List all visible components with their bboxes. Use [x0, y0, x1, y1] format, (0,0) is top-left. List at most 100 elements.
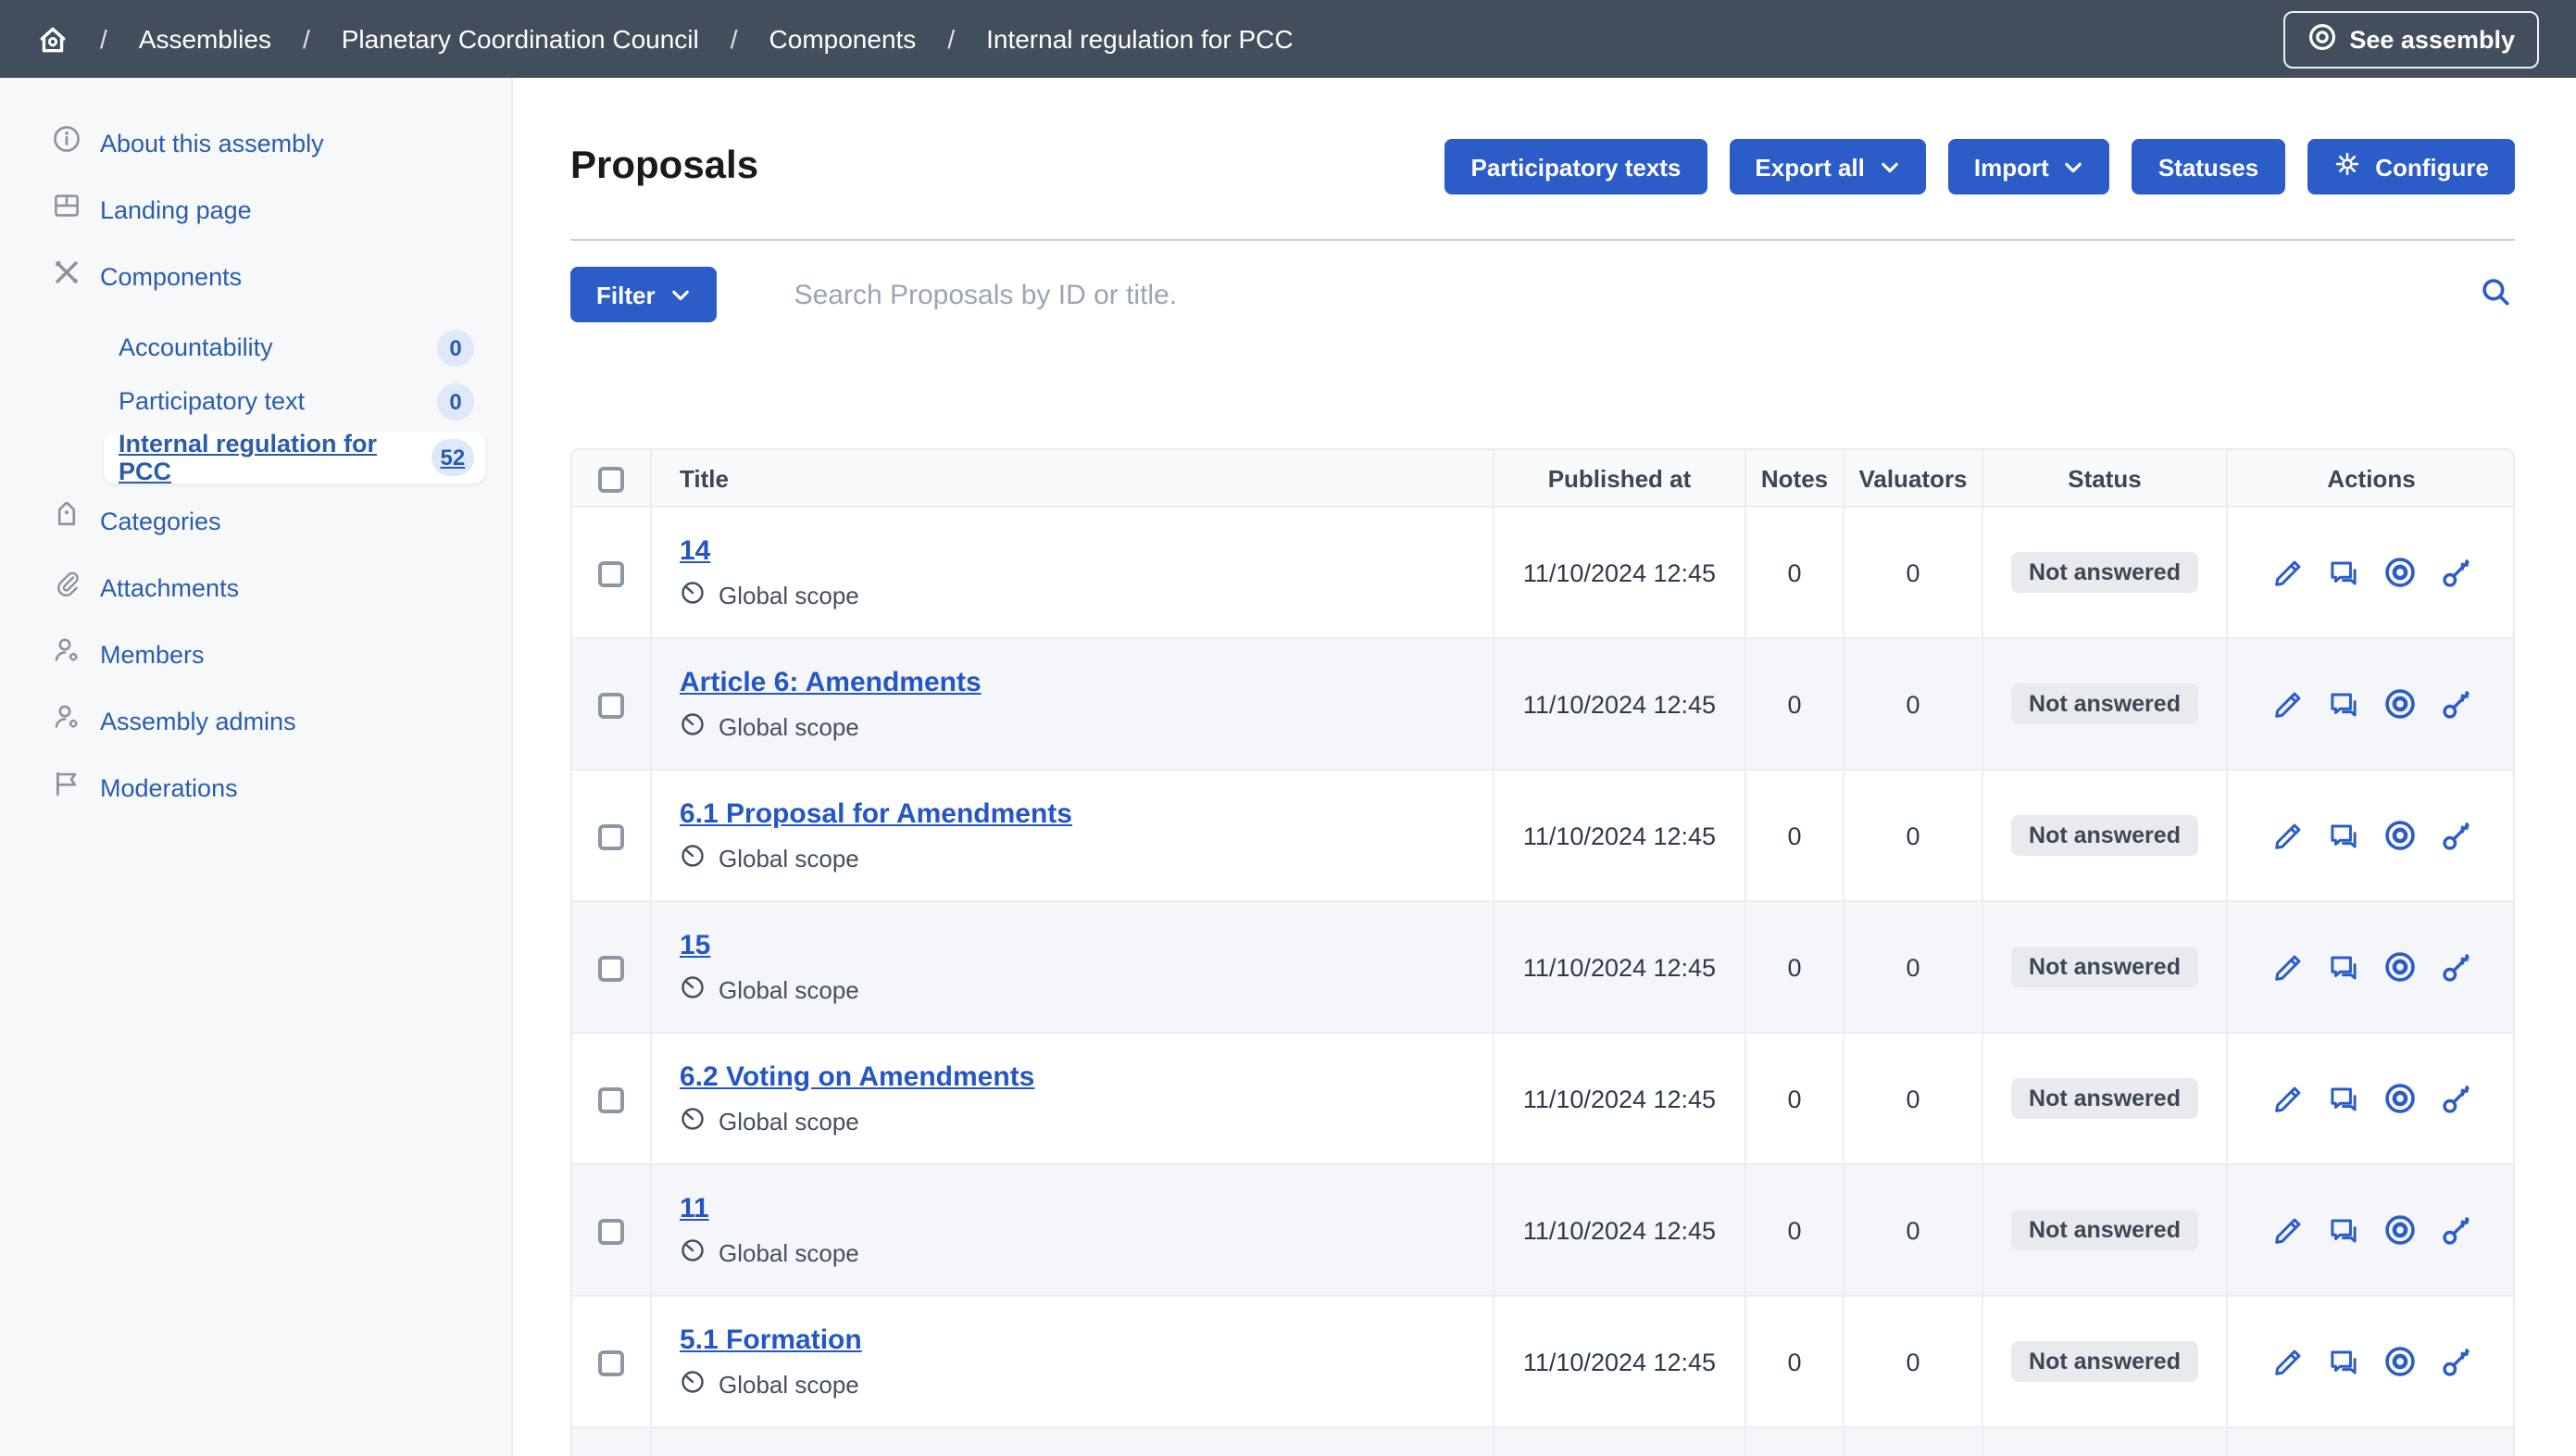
comment-icon[interactable]	[2327, 820, 2358, 851]
sidebar-subitem-accountability[interactable]: Accountability 0	[104, 324, 485, 370]
preview-eye-icon[interactable]	[2382, 1082, 2416, 1115]
sidebar-item-categories[interactable]: Categories	[0, 502, 511, 539]
filter-button[interactable]: Filter	[570, 267, 717, 322]
proposal-title-link[interactable]: 14	[680, 534, 710, 566]
admin-page: / Assemblies / Planetary Coordination Co…	[0, 0, 2576, 1456]
preview-eye-icon[interactable]	[2382, 819, 2416, 852]
breadcrumb-assemblies[interactable]: Assemblies	[139, 24, 271, 54]
scope-icon	[680, 710, 706, 742]
column-header-notes: Notes	[1744, 450, 1843, 506]
edit-pencil-icon[interactable]	[2271, 1083, 2303, 1114]
published-at-cell: 11/10/2024 12:45	[1493, 1295, 1744, 1426]
edit-pencil-icon[interactable]	[2271, 688, 2303, 720]
table-row: 12	[572, 1426, 2515, 1456]
comment-icon[interactable]	[2327, 1346, 2358, 1377]
table-header-row: Title Published at Notes Valuators Statu…	[572, 450, 2515, 506]
participatory-texts-button[interactable]: Participatory texts	[1445, 139, 1707, 195]
permissions-key-icon[interactable]	[2440, 820, 2471, 851]
column-header-actions: Actions	[2226, 450, 2515, 506]
breadcrumb-assembly-name[interactable]: Planetary Coordination Council	[342, 24, 699, 54]
preview-eye-icon[interactable]	[2382, 687, 2416, 721]
select-all-checkbox[interactable]	[598, 467, 624, 493]
row-actions	[2228, 819, 2515, 852]
notes-count: 0	[1744, 1163, 1843, 1295]
table-row: 11 Global scope 11/10/2024 12:45 0 0 Not…	[572, 1163, 2515, 1295]
row-checkbox[interactable]	[598, 1349, 624, 1375]
sidebar-subitem-internal-regulation[interactable]: Internal regulation for PCC 52	[104, 432, 485, 483]
notes-count: 0	[1744, 900, 1843, 1032]
notes-count: 0	[1744, 637, 1843, 769]
sidebar-item-attachments[interactable]: Attachments	[0, 569, 511, 606]
count-badge: 0	[437, 383, 474, 420]
sidebar-item-label: About this assembly	[100, 129, 324, 157]
search-input[interactable]	[794, 279, 2476, 310]
table-row: 6.2 Voting on Amendments Global scope 11…	[572, 1032, 2515, 1163]
proposal-title-link[interactable]: 6.1 Proposal for Amendments	[680, 797, 1072, 829]
status-badge: Not answered	[2010, 1341, 2199, 1382]
status-badge: Not answered	[2010, 684, 2199, 724]
sidebar-item-components[interactable]: Components	[0, 257, 511, 295]
preview-eye-icon[interactable]	[2382, 1345, 2416, 1378]
chevron-down-icon	[2064, 153, 2084, 181]
row-checkbox[interactable]	[598, 560, 624, 586]
edit-pencil-icon[interactable]	[2271, 951, 2303, 983]
edit-pencil-icon[interactable]	[2271, 1214, 2303, 1246]
proposal-scope: Global scope	[719, 581, 859, 609]
comment-icon[interactable]	[2327, 951, 2358, 983]
row-checkbox[interactable]	[598, 955, 624, 981]
proposal-scope: Global scope	[719, 1238, 859, 1266]
proposal-scope: Global scope	[719, 1370, 859, 1398]
permissions-key-icon[interactable]	[2440, 1346, 2471, 1377]
proposal-title-link[interactable]: Article 6: Amendments	[680, 666, 982, 697]
search-icon[interactable]	[2476, 272, 2515, 317]
proposal-title-link[interactable]: 11	[680, 1192, 709, 1224]
edit-pencil-icon[interactable]	[2271, 1346, 2303, 1377]
permissions-key-icon[interactable]	[2440, 1083, 2471, 1114]
sidebar-item-members[interactable]: Members	[0, 635, 511, 672]
sidebar-item-label: Members	[100, 640, 205, 668]
eye-icon	[2307, 21, 2336, 56]
row-checkbox[interactable]	[598, 1218, 624, 1244]
permissions-key-icon[interactable]	[2440, 951, 2471, 983]
breadcrumb-components[interactable]: Components	[769, 24, 917, 54]
export-all-button[interactable]: Export all	[1729, 139, 1926, 195]
published-at-cell: 11/10/2024 12:45	[1493, 1163, 1744, 1295]
filter-row: Filter	[570, 267, 2515, 322]
statuses-button[interactable]: Statuses	[2132, 139, 2284, 195]
published-at-cell: 11/10/2024 12:45	[1493, 637, 1744, 769]
row-checkbox[interactable]	[598, 823, 624, 849]
sidebar-item-assembly-admins[interactable]: Assembly admins	[0, 702, 511, 739]
page-title: Proposals	[570, 144, 758, 189]
comment-icon[interactable]	[2327, 557, 2358, 588]
home-gear-icon[interactable]	[37, 23, 69, 55]
notes-count: 0	[1744, 1295, 1843, 1426]
row-checkbox[interactable]	[598, 1086, 624, 1112]
proposal-title-link[interactable]: 6.2 Voting on Amendments	[680, 1061, 1034, 1092]
comment-icon[interactable]	[2327, 1083, 2358, 1114]
sidebar-item-landing-page[interactable]: Landing page	[0, 191, 511, 228]
column-header-published-at: Published at	[1493, 450, 1744, 506]
configure-button[interactable]: Configure	[2307, 139, 2515, 195]
sidebar-item-about[interactable]: About this assembly	[0, 124, 511, 161]
proposal-title-link[interactable]: 15	[680, 929, 710, 960]
row-checkbox[interactable]	[598, 692, 624, 718]
edit-pencil-icon[interactable]	[2271, 557, 2303, 588]
breadcrumb-current-component[interactable]: Internal regulation for PCC	[986, 24, 1294, 54]
import-button[interactable]: Import	[1948, 139, 2110, 195]
preview-eye-icon[interactable]	[2382, 556, 2416, 589]
edit-pencil-icon[interactable]	[2271, 820, 2303, 851]
valuators-count: 0	[1843, 1163, 1982, 1295]
preview-eye-icon[interactable]	[2382, 1213, 2416, 1247]
permissions-key-icon[interactable]	[2440, 1214, 2471, 1246]
comment-icon[interactable]	[2327, 1214, 2358, 1246]
sidebar-subitem-participatory-text[interactable]: Participatory text 0	[104, 378, 485, 424]
sidebar-item-moderations[interactable]: Moderations	[0, 769, 511, 806]
comment-icon[interactable]	[2327, 688, 2358, 720]
see-assembly-button[interactable]: See assembly	[2282, 10, 2539, 68]
preview-eye-icon[interactable]	[2382, 950, 2416, 984]
components-submenu: Accountability 0 Participatory text 0 In…	[104, 324, 511, 483]
chevron-down-icon	[1880, 153, 1900, 181]
proposal-title-link[interactable]: 5.1 Formation	[680, 1324, 862, 1355]
permissions-key-icon[interactable]	[2440, 557, 2471, 588]
permissions-key-icon[interactable]	[2440, 688, 2471, 720]
